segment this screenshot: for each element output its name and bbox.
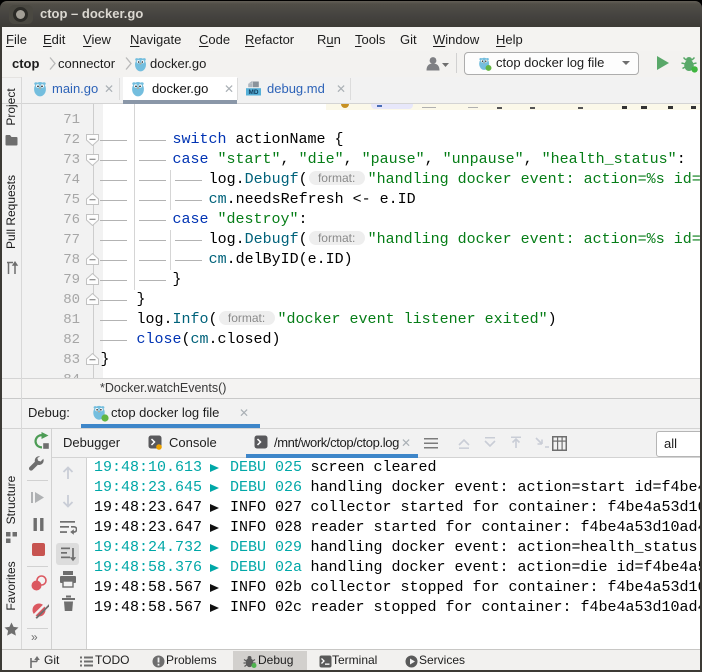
svg-text:MD: MD [249,89,259,96]
